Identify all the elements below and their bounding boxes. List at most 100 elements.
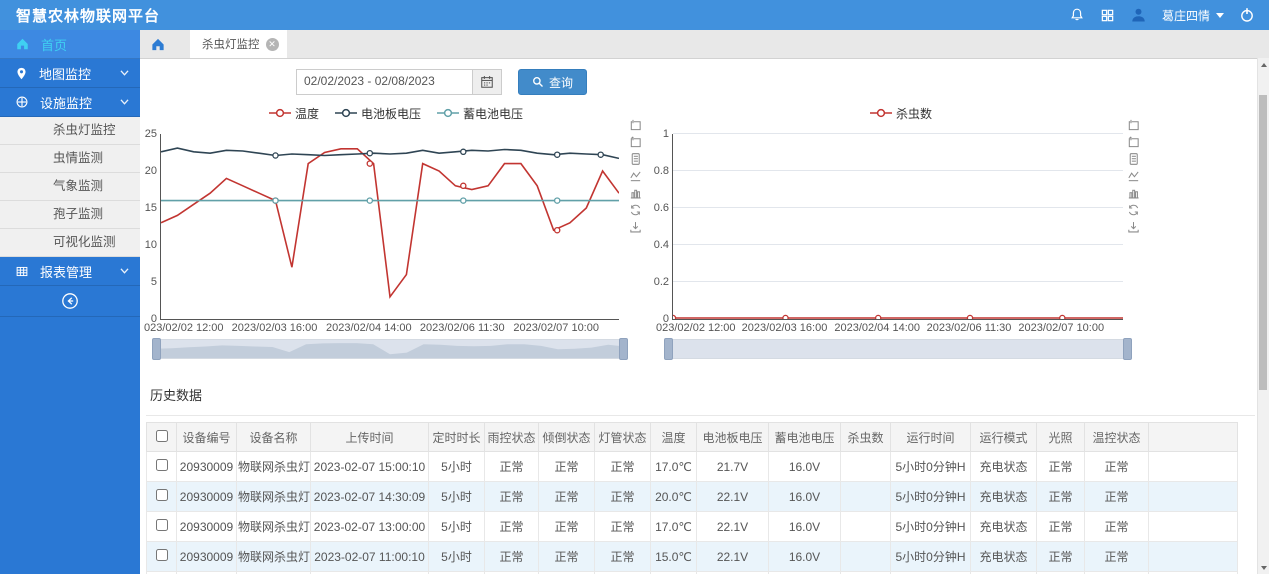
chart-kill-count: 杀虫数 0 0.2 0.4 0.6 0.8 1 023/02/02 12:00 2023/02/…	[653, 105, 1148, 360]
row-checkbox[interactable]	[155, 459, 168, 471]
x-tick-label: 2023/02/07 10:00	[1018, 322, 1105, 334]
data-view-icon[interactable]	[1124, 151, 1142, 166]
table-cell: 21.7V	[696, 451, 769, 482]
datazoom-slider[interactable]	[664, 338, 1132, 360]
table-cell	[840, 511, 891, 542]
bar-chart-icon[interactable]	[626, 185, 644, 200]
apps-grid-icon[interactable]	[1100, 8, 1115, 23]
table-cell: 20930009	[176, 541, 237, 572]
table-row[interactable]: 20930009物联网杀虫灯209:2023-02-07 11:00:105小时…	[146, 541, 1238, 572]
app-window: 智慧农林物联网平台 葛庄四情 首页 地图监控 设施监控 杀虫灯监控 虫情监测 气…	[0, 0, 1269, 574]
legend-item-蓄电池电压[interactable]: 蓄电池电压	[437, 105, 523, 122]
submenu-item-杀虫灯监控[interactable]: 杀虫灯监控	[0, 117, 140, 145]
select-all-checkbox[interactable]	[155, 429, 168, 442]
table-cell: 物联网杀虫灯209:	[236, 451, 311, 482]
table-cell: 5小时	[428, 451, 485, 482]
sidebar-item-label: 地图监控	[39, 66, 92, 82]
zoom-select-icon[interactable]	[626, 117, 644, 132]
y-tick-label: 0.6	[653, 202, 669, 214]
data-point-marker	[553, 197, 561, 204]
line-chart-icon[interactable]	[626, 168, 644, 183]
data-view-icon[interactable]	[626, 151, 644, 166]
column-header: 设备编号	[176, 422, 237, 452]
table-cell: 20930009	[176, 481, 237, 512]
scrollbar-thumb[interactable]	[1259, 95, 1267, 390]
datazoom-handle-right[interactable]	[1123, 338, 1132, 360]
chart-canvas[interactable]	[161, 134, 619, 319]
date-range-input[interactable]: 02/02/2023 - 02/08/2023	[296, 69, 502, 95]
submenu-item-气象监测[interactable]: 气象监测	[0, 173, 140, 201]
data-point-marker	[1059, 314, 1066, 319]
tab-home-button[interactable]	[140, 30, 176, 58]
sidebar-collapse-button[interactable]	[0, 286, 140, 317]
data-point-marker	[553, 226, 561, 234]
table-cell: 正常	[538, 481, 595, 512]
table-cell: 5小时0分钟H	[890, 481, 971, 512]
datazoom-handle-left[interactable]	[152, 338, 161, 360]
table-cell: 正常	[1036, 541, 1085, 572]
legend-item-电池板电压[interactable]: 电池板电压	[334, 105, 421, 122]
table-cell: 2023-02-07 14:30:09	[310, 481, 429, 512]
table-cell: 物联网杀虫灯209:	[236, 481, 311, 512]
table-row[interactable]: 20930009物联网杀虫灯209:2023-02-07 15:00:105小时…	[146, 451, 1238, 482]
sidebar-item-地图监控[interactable]: 地图监控	[0, 59, 140, 88]
plot-area	[160, 134, 619, 320]
query-button[interactable]: 查询	[518, 69, 588, 95]
column-header: 设备名称	[236, 422, 311, 452]
y-tick-label: 10	[144, 239, 157, 251]
submenu-item-虫情监测[interactable]: 虫情监测	[0, 145, 140, 173]
save-image-icon[interactable]	[626, 219, 644, 234]
column-header: 雨控状态	[484, 422, 539, 452]
sidebar-item-报表管理[interactable]: 报表管理	[0, 257, 140, 286]
table-cell: 正常	[594, 481, 651, 512]
scroll-up-arrow[interactable]	[1258, 59, 1269, 70]
y-tick-label: 5	[150, 276, 157, 288]
restore-icon[interactable]	[626, 202, 644, 217]
table-cell: 充电状态	[970, 541, 1037, 572]
y-tick-label: 25	[144, 128, 157, 140]
row-checkbox[interactable]	[155, 489, 168, 501]
save-image-icon[interactable]	[1124, 219, 1142, 234]
tab-active[interactable]: 杀虫灯监控 ✕	[190, 30, 287, 58]
line-chart-icon[interactable]	[1124, 168, 1142, 183]
power-icon[interactable]	[1239, 7, 1255, 23]
row-checkbox-cell	[146, 541, 177, 572]
bell-icon[interactable]	[1069, 7, 1085, 23]
restore-icon[interactable]	[1124, 202, 1142, 217]
scroll-down-arrow[interactable]	[1258, 562, 1269, 573]
chart-legend: 杀虫数	[654, 105, 1148, 121]
legend-item-杀虫数[interactable]: 杀虫数	[869, 105, 932, 122]
calendar-button[interactable]	[472, 70, 501, 94]
sidebar-item-设施监控[interactable]: 设施监控	[0, 88, 140, 117]
datazoom-handle-left[interactable]	[664, 338, 673, 360]
legend-item-温度[interactable]: 温度	[268, 105, 319, 122]
table-cell	[840, 541, 891, 572]
table-row[interactable]: 20930009物联网杀虫灯209:2023-02-07 14:30:09 5小时…	[146, 481, 1238, 512]
close-icon[interactable]: ✕	[265, 37, 279, 51]
zoom-select-icon[interactable]	[1124, 117, 1142, 132]
row-checkbox[interactable]	[155, 519, 168, 531]
chart-canvas[interactable]	[673, 134, 1123, 319]
datazoom-slider[interactable]	[152, 338, 628, 360]
bar-chart-icon[interactable]	[1124, 185, 1142, 200]
zoom-reset-icon[interactable]	[626, 134, 644, 149]
table-cell: 16.0V	[768, 541, 841, 572]
submenu-item-孢子监测[interactable]: 孢子监测	[0, 201, 140, 229]
submenu-item-可视化监测[interactable]: 可视化监测	[0, 229, 140, 257]
zoom-reset-icon[interactable]	[1124, 134, 1142, 149]
series-line-电池板电压	[161, 147, 619, 160]
user-avatar[interactable]	[1130, 7, 1147, 23]
row-checkbox[interactable]	[155, 549, 168, 561]
vertical-scrollbar[interactable]	[1257, 58, 1269, 574]
table-cell: 正常	[594, 541, 651, 572]
data-point-marker	[272, 152, 279, 159]
table-row[interactable]: 20930009物联网杀虫灯209:2023-02-07 13:00:005小时…	[146, 511, 1238, 542]
table-cell: 15.0℃	[650, 541, 697, 572]
datazoom-handle-right[interactable]	[619, 338, 628, 360]
sidebar-item-首页[interactable]: 首页	[0, 30, 140, 59]
table-cell: 正常	[1036, 451, 1085, 482]
tab-bar: 杀虫灯监控 ✕	[140, 30, 1269, 59]
table-cell: 正常	[484, 451, 539, 482]
user-menu[interactable]: 葛庄四情	[1162, 7, 1224, 24]
y-axis: 0 5 10 15 20 25	[142, 128, 160, 325]
